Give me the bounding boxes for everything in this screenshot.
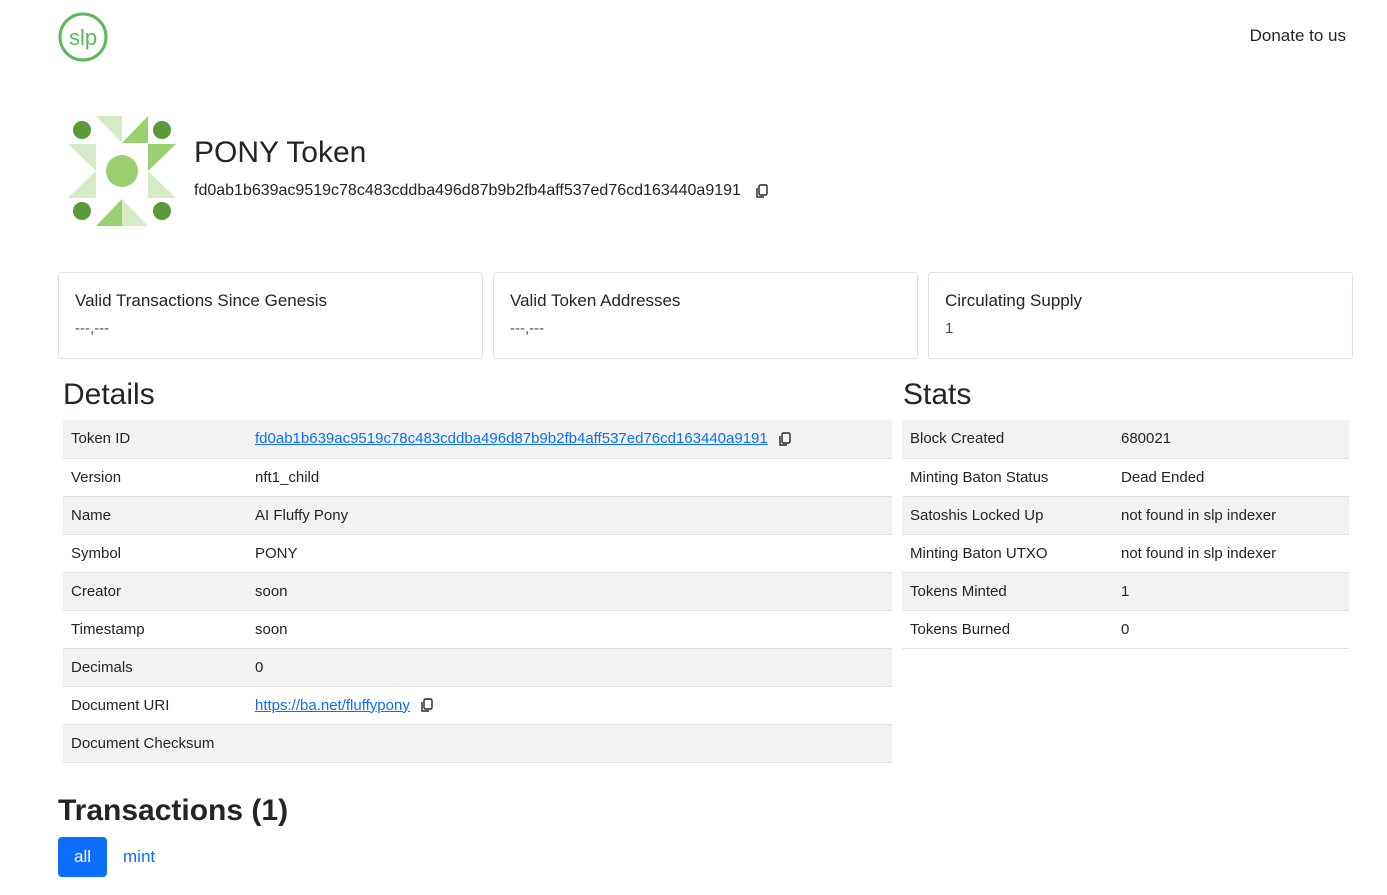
card-value: ---,--- — [510, 320, 545, 337]
table-row: Satoshis Locked Up not found in slp inde… — [902, 496, 1349, 535]
stats-table: Block Created 680021 Minting Baton Statu… — [902, 420, 1349, 649]
table-row: Decimals 0 — [63, 648, 892, 687]
table-row: Token ID fd0ab1b639ac9519c78c483cddba496… — [63, 420, 892, 459]
transactions-title: Transactions (1) — [58, 794, 289, 827]
row-label: Tokens Minted — [902, 572, 1113, 611]
document-uri-link[interactable]: https://ba.net/fluffypony — [255, 697, 410, 714]
card-valid-transactions: Valid Transactions Since Genesis ---,--- — [58, 272, 483, 359]
row-label: Creator — [63, 572, 247, 611]
card-value: 1 — [945, 320, 954, 337]
table-row: Document Checksum — [63, 724, 892, 763]
card-circulating-supply: Circulating Supply 1 — [928, 272, 1353, 359]
token-name: PONY Token — [194, 136, 367, 169]
row-value: not found in slp indexer — [1113, 534, 1349, 573]
card-title: Valid Token Addresses — [510, 291, 681, 310]
summary-cards: Valid Transactions Since Genesis ---,---… — [58, 272, 1353, 359]
row-label: Name — [63, 496, 247, 535]
card-value: ---,--- — [75, 320, 110, 337]
donate-link[interactable]: Donate to us — [1250, 26, 1346, 46]
row-value: 1 — [1113, 572, 1349, 611]
row-value: nft1_child — [247, 458, 892, 497]
details-title: Details — [63, 378, 155, 411]
row-label: Block Created — [902, 420, 1113, 459]
row-value: 680021 — [1113, 420, 1349, 459]
row-value: 0 — [247, 648, 892, 687]
row-label: Document Checksum — [63, 724, 247, 763]
table-row: Symbol PONY — [63, 534, 892, 573]
row-value: soon — [247, 610, 892, 649]
table-row: Document URI https://ba.net/fluffypony — [63, 686, 892, 725]
row-label: Token ID — [63, 420, 247, 459]
row-label: Minting Baton UTXO — [902, 534, 1113, 573]
table-row: Tokens Minted 1 — [902, 572, 1349, 611]
row-label: Document URI — [63, 686, 247, 725]
row-label: Version — [63, 458, 247, 497]
tab-mint[interactable]: mint — [123, 847, 155, 867]
table-row: Version nft1_child — [63, 458, 892, 497]
row-value: Dead Ended — [1113, 458, 1349, 497]
row-label: Minting Baton Status — [902, 458, 1113, 497]
token-id-link[interactable]: fd0ab1b639ac9519c78c483cddba496d87b9b2fb… — [255, 430, 768, 447]
row-label: Timestamp — [63, 610, 247, 649]
row-value: not found in slp indexer — [1113, 496, 1349, 535]
tab-all[interactable]: all — [58, 837, 107, 877]
card-valid-addresses: Valid Token Addresses ---,--- — [493, 272, 918, 359]
copy-icon[interactable] — [778, 432, 792, 447]
copy-icon[interactable] — [420, 698, 434, 713]
row-label: Tokens Burned — [902, 610, 1113, 649]
table-row: Name AI Fluffy Pony — [63, 496, 892, 535]
row-value: fd0ab1b639ac9519c78c483cddba496d87b9b2fb… — [247, 420, 892, 459]
table-row: Tokens Burned 0 — [902, 610, 1349, 649]
row-value: soon — [247, 572, 892, 611]
row-value: 0 — [1113, 610, 1349, 649]
details-table: Token ID fd0ab1b639ac9519c78c483cddba496… — [63, 420, 892, 763]
top-bar: slp Donate to us — [0, 0, 1387, 80]
card-title: Circulating Supply — [945, 291, 1083, 310]
row-value: PONY — [247, 534, 892, 573]
table-row: Block Created 680021 — [902, 420, 1349, 459]
transactions-tabs: all mint — [58, 837, 155, 877]
table-row: Creator soon — [63, 572, 892, 611]
row-label: Symbol — [63, 534, 247, 573]
identicon-icon — [66, 116, 178, 226]
table-row: Minting Baton Status Dead Ended — [902, 458, 1349, 497]
logo-text: slp — [69, 25, 97, 50]
slp-logo[interactable]: slp — [57, 12, 109, 62]
table-row: Timestamp soon — [63, 610, 892, 649]
row-value — [247, 724, 892, 763]
row-label: Decimals — [63, 648, 247, 687]
row-value: https://ba.net/fluffypony — [247, 686, 892, 725]
table-row: Minting Baton UTXO not found in slp inde… — [902, 534, 1349, 573]
copy-icon[interactable] — [755, 183, 769, 199]
stats-title: Stats — [903, 378, 972, 411]
token-id-line: fd0ab1b639ac9519c78c483cddba496d87b9b2fb… — [194, 182, 769, 200]
token-id: fd0ab1b639ac9519c78c483cddba496d87b9b2fb… — [194, 182, 741, 199]
row-value: AI Fluffy Pony — [247, 496, 892, 535]
row-label: Satoshis Locked Up — [902, 496, 1113, 535]
card-title: Valid Transactions Since Genesis — [75, 291, 327, 310]
